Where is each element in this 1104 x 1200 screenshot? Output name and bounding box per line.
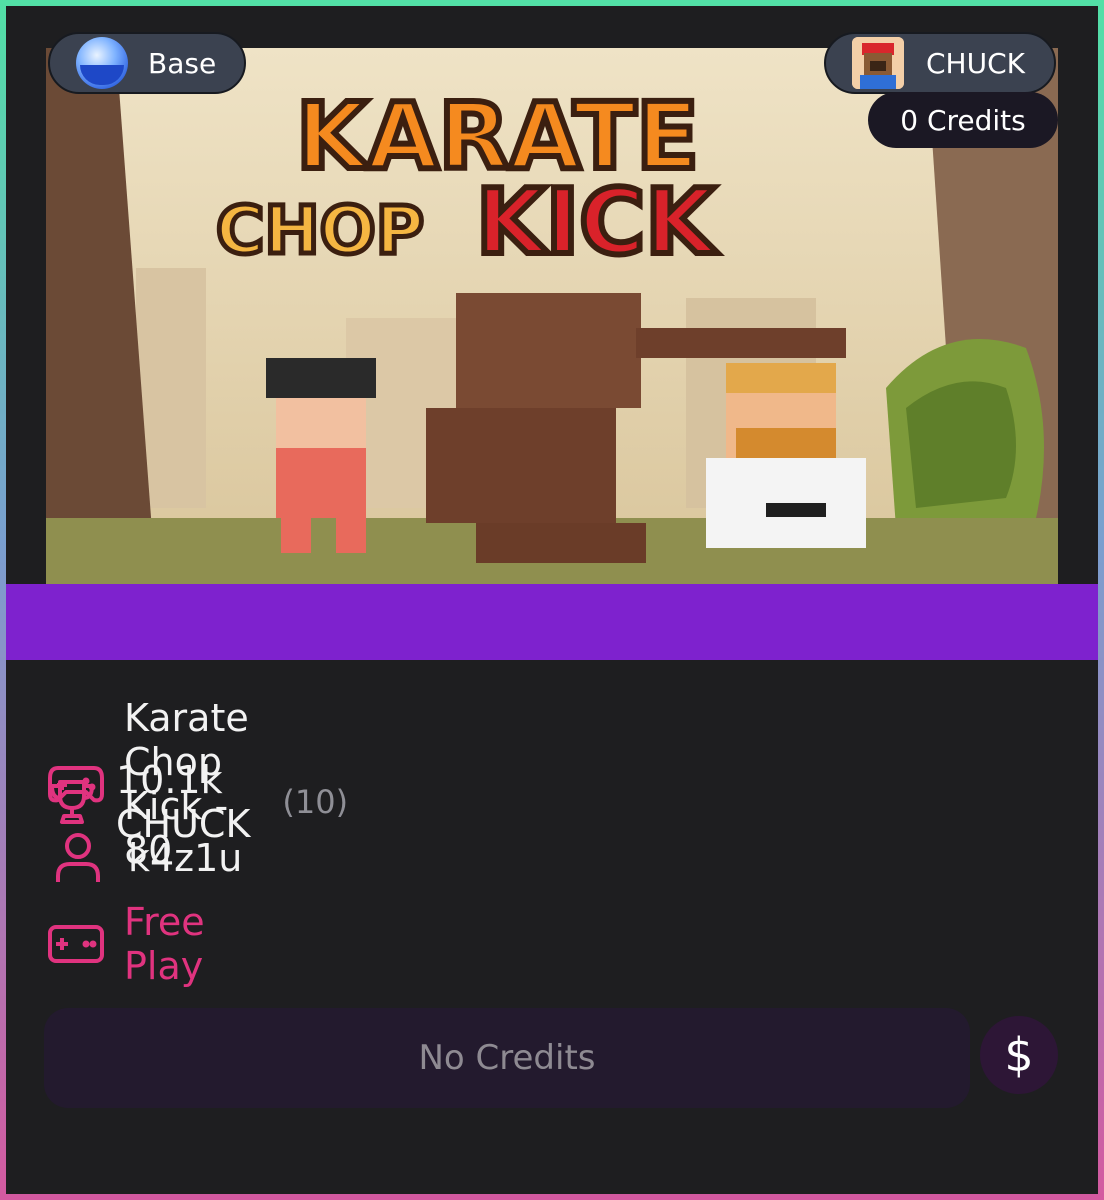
mode-row: Free Play <box>48 900 209 988</box>
game-card: KARATE CHOP KICK Base CHUCK 0 Credits Ka… <box>6 6 1098 1194</box>
chuck-token-avatar <box>852 37 904 89</box>
player-name: k4z1u <box>128 836 243 880</box>
token-label: CHUCK <box>926 46 1026 80</box>
chain-selector[interactable]: Base <box>48 32 246 94</box>
prize-count: (10) <box>282 783 349 821</box>
buy-credits-button[interactable]: $ <box>980 1016 1058 1094</box>
no-credits-button[interactable]: No Credits <box>44 1008 970 1108</box>
chain-label: Base <box>148 46 217 80</box>
player-row: k4z1u <box>48 828 242 888</box>
token-selector[interactable]: CHUCK <box>824 32 1056 94</box>
dollar-icon: $ <box>1004 1028 1034 1082</box>
base-chain-icon <box>76 37 128 89</box>
accent-band <box>6 584 1098 660</box>
art-title-chop: CHOP <box>216 192 424 269</box>
play-mode: Free Play <box>124 900 205 988</box>
credits-badge: 0 Credits <box>868 92 1058 148</box>
art-title-kick: KICK <box>476 170 718 275</box>
user-icon <box>48 828 108 888</box>
game-console-icon <box>48 914 104 974</box>
trophy-icon <box>48 772 96 832</box>
